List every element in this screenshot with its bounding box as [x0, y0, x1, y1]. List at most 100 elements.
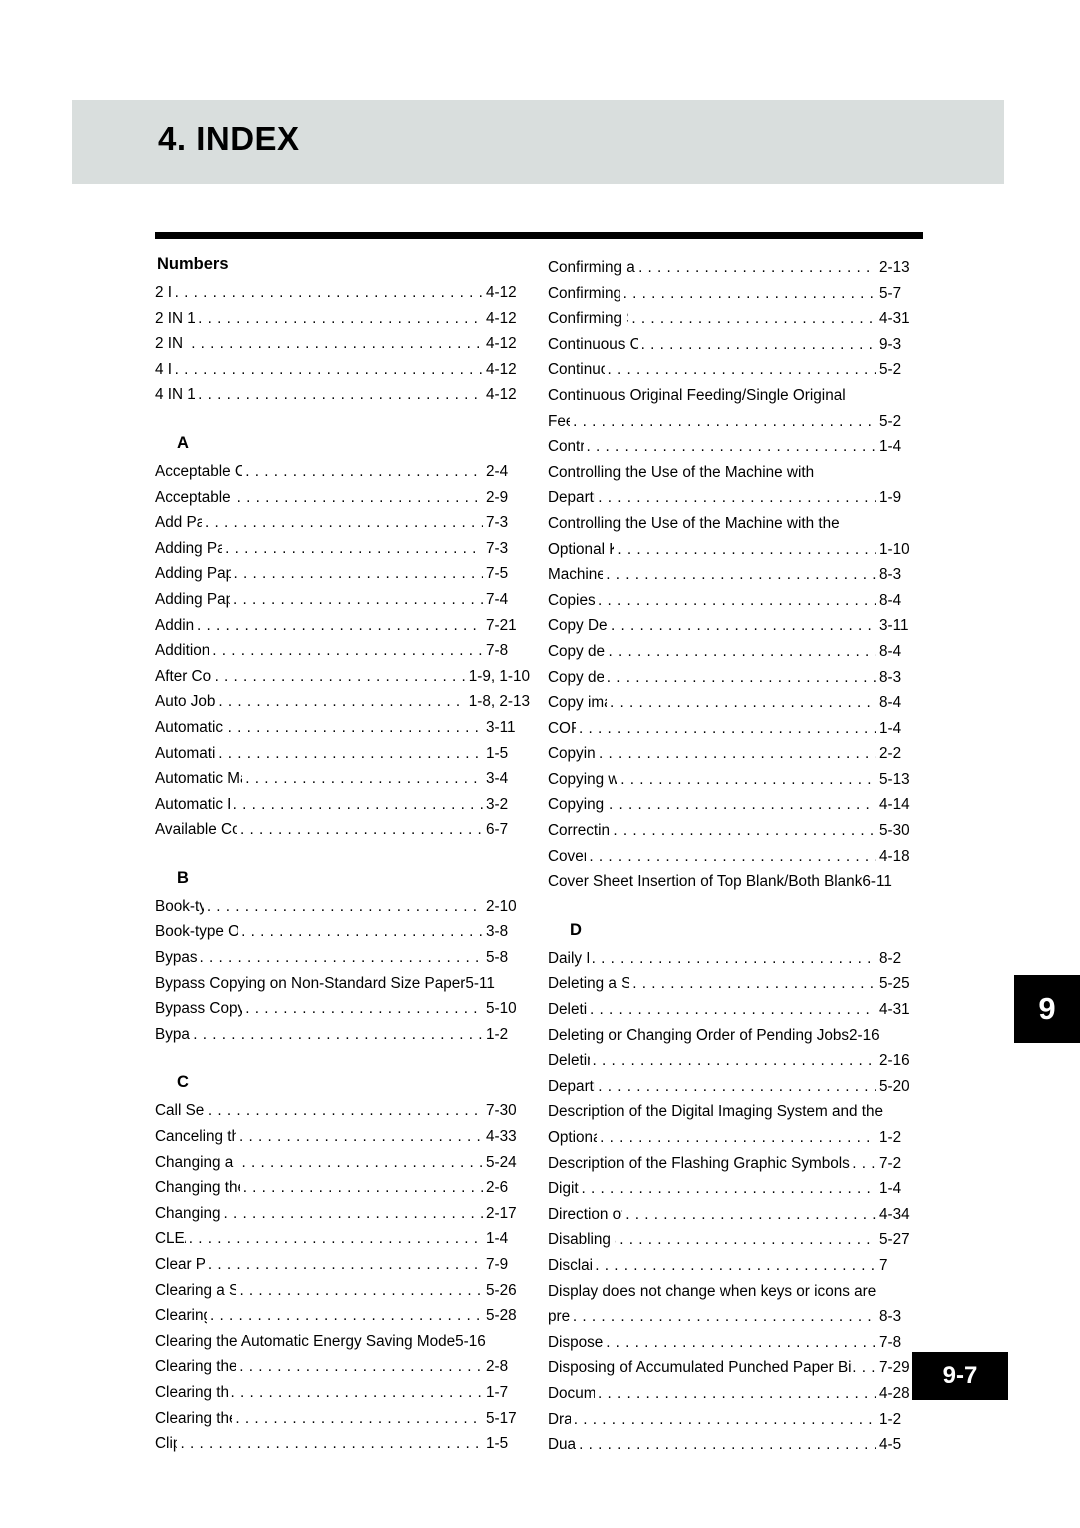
index-entry[interactable]: Disabling a Department Code. . . . . . .…	[548, 1227, 923, 1253]
index-entry[interactable]: Department Codes. . . . . . . . . . . . …	[548, 1074, 923, 1100]
index-entry[interactable]: Automatic Copy Density Mode. . . . . . .…	[155, 715, 530, 741]
index-entry[interactable]: Automatic Magnification Selection (AMS).…	[155, 766, 530, 792]
index-entry[interactable]: Continuous Feed Mode. . . . . . . . . . …	[548, 357, 923, 383]
index-entry[interactable]: Copying Procedure. . . . . . . . . . . .…	[548, 741, 923, 767]
index-entry-page: 4-5	[879, 1436, 902, 1454]
index-entry[interactable]: Feeding. . . . . . . . . . . . . . . . .…	[548, 409, 923, 435]
index-entry[interactable]: Deleting the Job. . . . . . . . . . . . …	[548, 1048, 923, 1074]
index-entry[interactable]: After Copying is Finished. . . . . . . .…	[155, 664, 530, 690]
index-entry[interactable]: Copy density is too low. . . . . . . . .…	[548, 665, 923, 691]
index-entry[interactable]: Bypass Copying on Standard Size Paper. .…	[155, 996, 530, 1022]
index-entry[interactable]: Clearing the Off-Mode/Sleep Mode. . . . …	[155, 1406, 530, 1432]
index-entry[interactable]: Drawers. . . . . . . . . . . . . . . . .…	[548, 1407, 923, 1433]
index-entry-title: Feeding	[548, 412, 571, 430]
index-entry[interactable]: Confirming Stored Copy Modes. . . . . . …	[548, 281, 923, 307]
index-entry[interactable]: Adding Paper to the External LCF. . . . …	[155, 561, 530, 587]
index-entry[interactable]: CLEAR key. . . . . . . . . . . . . . . .…	[155, 1226, 530, 1252]
index-entry[interactable]: Book-type Originals to 2-Sided Copies. .…	[155, 919, 530, 945]
index-entry[interactable]: Clearing the Drawer for Special Uses. . …	[155, 1354, 530, 1380]
index-entry[interactable]: 2 IN 1. . . . . . . . . . . . . . . . . …	[155, 280, 530, 306]
index-entry[interactable]: Copy images are blurred. . . . . . . . .…	[548, 690, 923, 716]
index-entry[interactable]: Acceptable Original Types and Size. . . …	[155, 485, 530, 511]
index-entry[interactable]: Confirming and Canceling Auto Job Start.…	[548, 255, 923, 281]
index-entry[interactable]: Deleting a Specific Department Code. . .…	[548, 971, 923, 997]
index-entry[interactable]: Bypass Copying on Non-Standard Size Pape…	[155, 971, 530, 997]
index-entry[interactable]: Canceling the Sharpness Adjustment. . . …	[155, 1124, 530, 1150]
index-entry[interactable]: Bypass guide. . . . . . . . . . . . . . …	[155, 1022, 530, 1048]
index-entry[interactable]: Copying when the power is off. . . . . .…	[548, 767, 923, 793]
index-entry[interactable]: Acceptable Copy Paper Types and Sizes. .…	[155, 459, 530, 485]
index-entry[interactable]: Department Codes. . . . . . . . . . . . …	[548, 485, 923, 511]
index-entry-leader: . . . . . . . . . . . . . . . . . . . . …	[638, 259, 876, 276]
index-entry[interactable]: Description of the Digital Imaging Syste…	[548, 1099, 923, 1125]
index-entry[interactable]: Description of the Flashing Graphic Symb…	[548, 1151, 923, 1177]
index-entry[interactable]: Bypass Copying. . . . . . . . . . . . . …	[155, 945, 530, 971]
index-entry[interactable]: Book-type Originals. . . . . . . . . . .…	[155, 894, 530, 920]
index-entry[interactable]: Clear Paper Symbol. . . . . . . . . . . …	[155, 1252, 530, 1278]
index-entry[interactable]: Controlling the Use of the Machine with	[548, 460, 923, 486]
index-entry-title: Automatic Paper Selection (APS)	[155, 795, 230, 813]
index-entry-page: 7-9	[486, 1256, 509, 1273]
index-entry[interactable]: COPY key. . . . . . . . . . . . . . . . …	[548, 716, 923, 742]
index-entry[interactable]: Add Paper Symbol. . . . . . . . . . . . …	[155, 510, 530, 536]
index-entry[interactable]: Clip tray. . . . . . . . . . . . . . . .…	[155, 1431, 530, 1457]
index-entry-page: 7-3	[486, 539, 509, 557]
index-entry[interactable]: Clearing a Specific Department Code. . .…	[155, 1278, 530, 1304]
index-entry[interactable]: Automatic Paper Selection (APS). . . . .…	[155, 792, 530, 818]
index-entry[interactable]: Controlling the Use of the Machine with …	[548, 511, 923, 537]
index-entry[interactable]: Cover Copying. . . . . . . . . . . . . .…	[548, 844, 923, 870]
index-entry[interactable]: 2 IN 1/4 IN 1. . . . . . . . . . . . . .…	[155, 331, 530, 357]
index-page: 4. INDEX Numbers2 IN 1. . . . . . . . . …	[0, 0, 1080, 1528]
index-entry[interactable]: 2 IN 1 DUPLEX. . . . . . . . . . . . . .…	[155, 306, 530, 332]
index-entry[interactable]: Automatic Function Clear. . . . . . . . …	[155, 741, 530, 767]
index-entry[interactable]: Available Conditions for Saddle Stitch. …	[155, 817, 530, 843]
index-entry[interactable]: Clearing All Counters. . . . . . . . . .…	[155, 1303, 530, 1329]
index-entry[interactable]: Optional Key Copy Counters. . . . . . . …	[548, 537, 923, 563]
index-entry[interactable]: Dispose of Used Toner. . . . . . . . . .…	[548, 1330, 923, 1356]
index-entry[interactable]: Changing a Specific Department Code. . .…	[155, 1150, 530, 1176]
index-entry[interactable]: Continuous Copying Speed (Specification)…	[548, 332, 923, 358]
index-entry[interactable]: Deleting or Changing Order of Pending Jo…	[548, 1023, 923, 1049]
index-entry-title: Clearing the Functions Selected	[155, 1383, 228, 1401]
index-entry[interactable]: Confirming Stored Image (Test Print). . …	[548, 306, 923, 332]
index-entry[interactable]: Changing the Paper Size of the Drawer. .…	[155, 1175, 530, 1201]
index-entry[interactable]: pressed. . . . . . . . . . . . . . . . .…	[548, 1304, 923, 1330]
index-entry[interactable]: Copying with Annotation. . . . . . . . .…	[548, 792, 923, 818]
index-entry[interactable]: Copy density is too high. . . . . . . . …	[548, 639, 923, 665]
index-entry[interactable]: Call Service Symbol. . . . . . . . . . .…	[155, 1098, 530, 1124]
index-entry[interactable]: Correcting Entered Letters. . . . . . . …	[548, 818, 923, 844]
index-entry[interactable]: Additional Explanation. . . . . . . . . …	[155, 638, 530, 664]
index-entry-leader: . . . . . . . . . . . . . . . . . . . . …	[239, 1128, 483, 1146]
index-entry-page: 1-2	[879, 1410, 902, 1428]
index-entry[interactable]: Disposing of Accumulated Punched Paper B…	[548, 1355, 923, 1381]
index-entry[interactable]: Document Storage. . . . . . . . . . . . …	[548, 1381, 923, 1407]
index-entry[interactable]: Cover Sheet Insertion of Top Blank/Both …	[548, 869, 923, 895]
index-entry[interactable]: Continuous Original Feeding/Single Origi…	[548, 383, 923, 409]
index-entry-leader: . . . . . . . . . . . . . . . . . . . . …	[227, 718, 483, 736]
index-entry-page: 9-3	[879, 335, 902, 353]
index-entry[interactable]: Adding Paper to the Tandem LCF. . . . . …	[155, 587, 530, 613]
index-entry[interactable]: Optional Equipment. . . . . . . . . . . …	[548, 1125, 923, 1151]
index-entry-leader: . . . . . . . . . . . . . . . . . . . . …	[207, 1256, 483, 1273]
index-entry[interactable]: 4 IN 1. . . . . . . . . . . . . . . . . …	[155, 357, 530, 383]
index-entry[interactable]: Changing the Printing Order. . . . . . .…	[155, 1201, 530, 1227]
index-entry[interactable]: Adding Staples. . . . . . . . . . . . . …	[155, 613, 530, 639]
index-entry[interactable]: Digital keys. . . . . . . . . . . . . . …	[548, 1176, 923, 1202]
index-entry[interactable]: Display does not change when keys or ico…	[548, 1279, 923, 1305]
index-entry[interactable]: Clearing the Automatic Energy Saving Mod…	[155, 1329, 530, 1355]
index-entry[interactable]: Dual Page. . . . . . . . . . . . . . . .…	[548, 1432, 923, 1458]
index-entry[interactable]: Clearing the Functions Selected. . . . .…	[155, 1380, 530, 1406]
index-entry[interactable]: Auto Job Start (Job Preset). . . . . . .…	[155, 689, 530, 715]
index-entry[interactable]: Copy Density Adjustment. . . . . . . . .…	[548, 613, 923, 639]
index-entry[interactable]: Direction of Duplex Copy Images. . . . .…	[548, 1202, 923, 1228]
index-entry[interactable]: Adding Paper to the Drawers. . . . . . .…	[155, 536, 530, 562]
index-entry[interactable]: Deleting Image. . . . . . . . . . . . . …	[548, 997, 923, 1023]
index-entry-leader: . . . . . . . . . . . . . . . . . . . . …	[239, 1281, 483, 1299]
header-rule	[155, 232, 923, 239]
index-entry[interactable]: Machine does not start. . . . . . . . . …	[548, 562, 923, 588]
index-entry[interactable]: Copies are stained. . . . . . . . . . . …	[548, 588, 923, 614]
index-entry[interactable]: Daily Inspection. . . . . . . . . . . . …	[548, 946, 923, 972]
index-entry[interactable]: 4 IN 1 DUPLEX. . . . . . . . . . . . . .…	[155, 382, 530, 408]
index-entry[interactable]: Disclaimer Notice. . . . . . . . . . . .…	[548, 1253, 923, 1279]
index-entry[interactable]: Control Panel. . . . . . . . . . . . . .…	[548, 434, 923, 460]
